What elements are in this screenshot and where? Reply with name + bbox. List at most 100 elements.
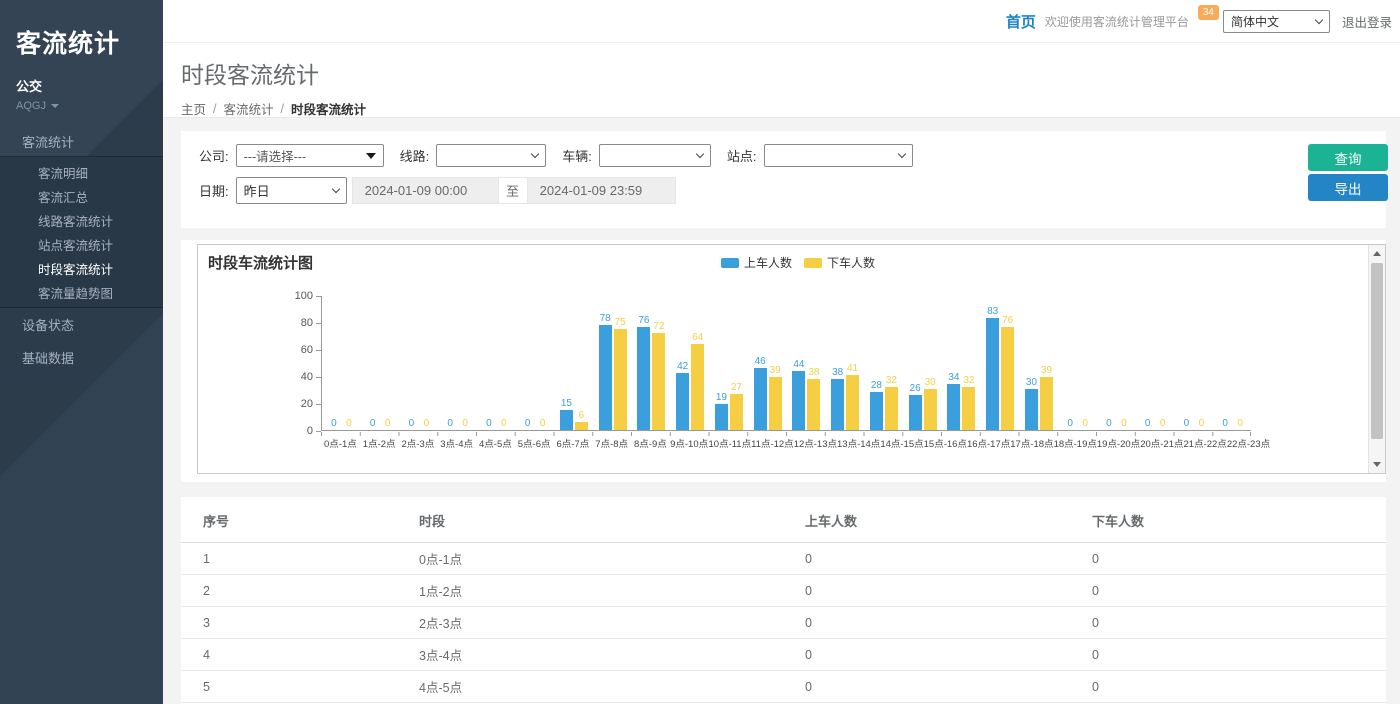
vehicle-select[interactable] bbox=[599, 144, 711, 167]
chart-category-21: 00 bbox=[1136, 296, 1175, 430]
sidebar-section-2[interactable]: 基础数据 bbox=[0, 341, 163, 374]
org-code-dropdown[interactable]: AQGJ bbox=[0, 95, 163, 112]
chart-scrollbar bbox=[1368, 245, 1385, 473]
date-end-input[interactable]: 2024-01-09 23:59 bbox=[527, 177, 676, 204]
bar-value-label: 34 bbox=[948, 372, 959, 383]
y-axis-tick bbox=[316, 377, 321, 378]
language-select[interactable]: 简体中文 bbox=[1223, 10, 1330, 33]
bar-value-label: 0 bbox=[1222, 418, 1228, 429]
sidebar-item-0-2[interactable]: 线路客流统计 bbox=[0, 208, 163, 232]
bar-column: 0 bbox=[459, 418, 472, 430]
sidebar-item-0-0[interactable]: 客流明细 bbox=[0, 160, 163, 184]
legend-item-0[interactable]: 上车人数 bbox=[721, 254, 792, 271]
table-header-1: 时段 bbox=[411, 497, 797, 543]
x-axis-label: 7点-8点 bbox=[592, 436, 631, 450]
bar-value-label: 39 bbox=[770, 365, 781, 376]
bar-value-label: 0 bbox=[447, 418, 453, 429]
chart-category-14: 2832 bbox=[865, 296, 904, 430]
date-preset-select[interactable]: 昨日 bbox=[236, 177, 347, 204]
x-axis-label: 17点-18点 bbox=[1010, 436, 1053, 450]
bar-column: 0 bbox=[1234, 418, 1247, 430]
chart-category-4: 00 bbox=[477, 296, 516, 430]
legend-item-1[interactable]: 下车人数 bbox=[804, 254, 875, 271]
bar-column: 0 bbox=[342, 418, 355, 430]
scrollbar-up-arrow[interactable] bbox=[1369, 245, 1385, 262]
sidebar-section-1[interactable]: 设备状态 bbox=[0, 308, 163, 341]
bar-column: 0 bbox=[405, 418, 418, 430]
bar-column: 64 bbox=[691, 332, 704, 430]
bar-value-label: 64 bbox=[692, 332, 703, 343]
scrollbar-thumb[interactable] bbox=[1371, 263, 1383, 439]
bar-value-label: 0 bbox=[370, 418, 376, 429]
filter-buttons: 查询 导出 bbox=[1308, 144, 1388, 201]
chart-category-2: 00 bbox=[400, 296, 439, 430]
bar-value-label: 0 bbox=[331, 418, 337, 429]
table-cell: 4点-5点 bbox=[411, 671, 797, 703]
company-select[interactable]: ---请选择--- bbox=[236, 144, 384, 167]
x-axis-label: 9点-10点 bbox=[670, 436, 709, 450]
bar-value-label: 0 bbox=[540, 418, 546, 429]
hour-stats-table: 序号时段上车人数下车人数 10点-1点0021点-2点0032点-3点0043点… bbox=[181, 497, 1386, 704]
y-axis-tick bbox=[316, 296, 321, 297]
language-selected-value: 简体中文 bbox=[1231, 13, 1279, 30]
table-cell: 0 bbox=[797, 543, 1084, 575]
bar-alighting bbox=[1001, 327, 1014, 430]
table-header-row: 序号时段上车人数下车人数 bbox=[181, 497, 1386, 543]
bar-boarding bbox=[599, 325, 612, 430]
export-button[interactable]: 导出 bbox=[1308, 174, 1388, 201]
bar-column: 6 bbox=[575, 410, 588, 430]
date-start-input[interactable]: 2024-01-09 00:00 bbox=[352, 177, 499, 204]
x-axis-label: 13点-14点 bbox=[837, 436, 880, 450]
chart-category-5: 00 bbox=[516, 296, 555, 430]
bar-alighting bbox=[575, 422, 588, 430]
table-cell: 1点-2点 bbox=[411, 575, 797, 607]
breadcrumb-item-0[interactable]: 主页 bbox=[181, 99, 206, 118]
bar-column: 44 bbox=[792, 359, 805, 430]
scrollbar-down-arrow[interactable] bbox=[1369, 456, 1385, 473]
bar-boarding bbox=[560, 410, 573, 430]
bar-alighting bbox=[652, 333, 665, 430]
header: 首页 欢迎使用客流统计管理平台 34 简体中文 退出登录 时段客流统计 主页/客… bbox=[163, 0, 1400, 118]
bar-column: 0 bbox=[420, 418, 433, 430]
bar-boarding bbox=[754, 368, 767, 430]
bar-value-label: 0 bbox=[462, 418, 468, 429]
table-header-3: 下车人数 bbox=[1084, 497, 1386, 543]
notification-badge[interactable]: 34 bbox=[1198, 5, 1219, 20]
chart-category-16: 34 32 bbox=[942, 296, 981, 430]
bar-boarding bbox=[1025, 389, 1038, 430]
y-axis-tick bbox=[316, 323, 321, 324]
x-axis-label: 3点-4点 bbox=[437, 436, 476, 450]
sidebar-item-0-1[interactable]: 客流汇总 bbox=[0, 184, 163, 208]
logout-link[interactable]: 退出登录 bbox=[1342, 12, 1392, 31]
y-axis-label: 0 bbox=[279, 425, 313, 437]
bar-column: 0 bbox=[1156, 418, 1169, 430]
sidebar-item-0-4[interactable]: 时段客流统计 bbox=[0, 256, 163, 280]
bar-column: 0 bbox=[1079, 418, 1092, 430]
bar-value-label: 78 bbox=[600, 313, 611, 324]
sidebar-menu: 客流统计客流明细客流汇总线路客流统计站点客流统计时段客流统计客流量趋势图设备状态… bbox=[0, 126, 163, 374]
bar-value-label: 32 bbox=[963, 375, 974, 386]
chart-category-1: 00 bbox=[361, 296, 400, 430]
breadcrumb-item-1[interactable]: 客流统计 bbox=[224, 99, 274, 118]
bar-column: 0 bbox=[444, 418, 457, 430]
sidebar-item-0-3[interactable]: 站点客流统计 bbox=[0, 232, 163, 256]
bar-column: 27 bbox=[730, 382, 743, 430]
chart-title: 时段车流统计图 bbox=[208, 252, 313, 273]
chevron-down-icon bbox=[897, 150, 905, 158]
bar-column: 0 bbox=[1141, 418, 1154, 430]
sidebar-item-0-5[interactable]: 客流量趋势图 bbox=[0, 280, 163, 304]
query-button[interactable]: 查询 bbox=[1308, 144, 1388, 171]
y-axis-label: 40 bbox=[279, 371, 313, 383]
y-axis-tick bbox=[316, 404, 321, 405]
station-select[interactable] bbox=[764, 144, 913, 167]
bar-value-label: 26 bbox=[910, 383, 921, 394]
main-area: 首页 欢迎使用客流统计管理平台 34 简体中文 退出登录 时段客流统计 主页/客… bbox=[163, 0, 1400, 704]
sidebar-section-0[interactable]: 客流统计 bbox=[0, 126, 163, 156]
legend-swatch-icon bbox=[804, 258, 822, 268]
y-axis-tick bbox=[316, 350, 321, 351]
bar-boarding bbox=[909, 395, 922, 430]
bar-value-label: 41 bbox=[847, 363, 858, 374]
home-link[interactable]: 首页 bbox=[1006, 11, 1036, 32]
line-select[interactable] bbox=[436, 144, 546, 167]
table-cell: 4 bbox=[181, 639, 411, 671]
